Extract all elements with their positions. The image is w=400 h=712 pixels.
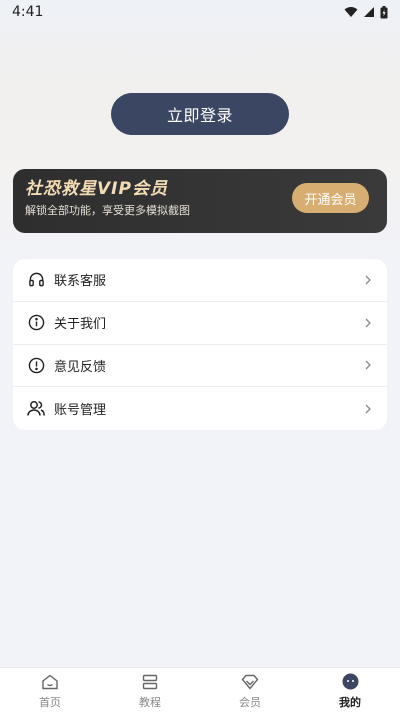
- status-bar: 4:41: [0, 0, 400, 24]
- menu-item-about-us[interactable]: 关于我们: [13, 302, 387, 345]
- vip-banner[interactable]: 社恐救星VIP会员 解锁全部功能，享受更多模拟截图 开通会员: [13, 169, 387, 233]
- tab-member[interactable]: 会员: [200, 668, 300, 712]
- menu-item-contact-support[interactable]: 联系客服: [13, 259, 387, 302]
- tab-label: 教程: [139, 695, 161, 709]
- chevron-right-icon: [365, 318, 371, 328]
- diamond-icon: [241, 673, 259, 691]
- menu-item-label: 意见反馈: [54, 359, 107, 375]
- bottom-tab-bar: 首页 教程 会员 我的: [0, 667, 400, 712]
- tab-home[interactable]: 首页: [0, 668, 100, 712]
- tab-label: 会员: [239, 695, 261, 709]
- users-icon: [27, 400, 45, 418]
- info-icon: [27, 314, 45, 332]
- menu-item-label: 账号管理: [54, 403, 107, 419]
- headphones-icon: [27, 271, 45, 289]
- open-vip-button[interactable]: 开通会员: [292, 183, 369, 213]
- chevron-right-icon: [365, 275, 371, 285]
- wifi-icon: [344, 7, 358, 17]
- tab-label: 我的: [339, 695, 361, 709]
- status-icons: [344, 5, 388, 19]
- tab-label: 首页: [39, 695, 61, 709]
- menu-item-label: 关于我们: [54, 317, 107, 333]
- chevron-right-icon: [365, 360, 371, 370]
- tab-tutorial[interactable]: 教程: [100, 668, 200, 712]
- menu-item-feedback[interactable]: 意见反馈: [13, 345, 387, 388]
- menu-item-account-management[interactable]: 账号管理: [13, 387, 387, 430]
- tab-mine[interactable]: 我的: [300, 668, 400, 712]
- menu-item-label: 联系客服: [54, 274, 107, 290]
- battery-icon: [380, 5, 388, 18]
- login-button[interactable]: 立即登录: [111, 93, 289, 135]
- home-icon: [41, 673, 59, 691]
- status-time: 4:41: [12, 4, 44, 20]
- chevron-right-icon: [365, 404, 371, 414]
- book-icon: [141, 673, 159, 691]
- settings-menu: 联系客服 关于我们 意见反馈 账号管理: [13, 259, 387, 430]
- signal-icon: [364, 7, 374, 17]
- info-icon: [27, 356, 45, 374]
- profile-icon: [341, 673, 359, 691]
